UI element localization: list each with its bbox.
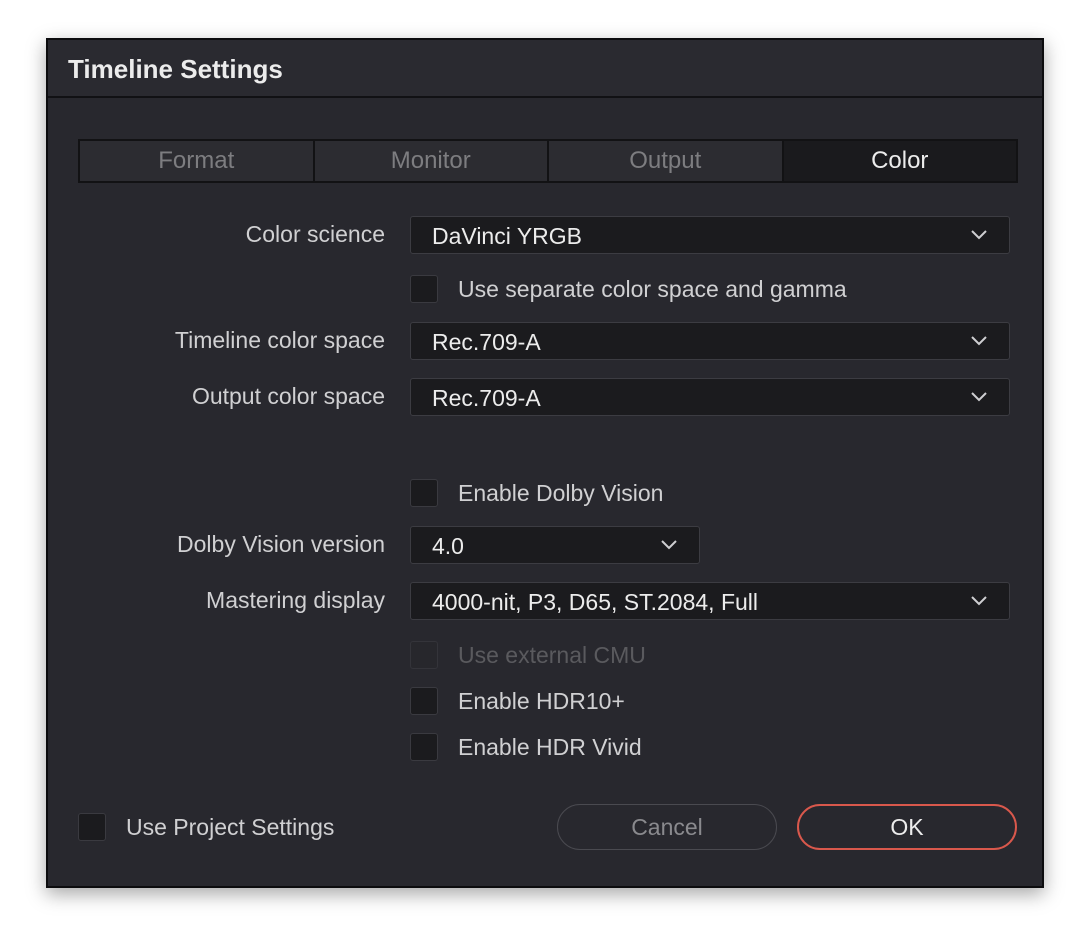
- tab-bar: Format Monitor Output Color: [78, 139, 1018, 183]
- use-external-cmu-label: Use external CMU: [458, 641, 646, 668]
- timeline-color-space-dropdown[interactable]: Rec.709-A: [410, 322, 1010, 360]
- timeline-color-space-value: Rec.709-A: [432, 329, 541, 355]
- mastering-display-dropdown[interactable]: 4000-nit, P3, D65, ST.2084, Full: [410, 582, 1010, 620]
- timeline-color-space-label: Timeline color space: [174, 327, 385, 353]
- output-color-space-label: Output color space: [191, 383, 385, 409]
- cancel-button[interactable]: Cancel: [557, 804, 777, 850]
- separate-color-space-checkbox[interactable]: [410, 275, 438, 303]
- tab-output[interactable]: Output: [549, 141, 784, 181]
- enable-hdr-vivid-label: Enable HDR Vivid: [458, 733, 642, 760]
- dialog-title: Timeline Settings: [68, 54, 283, 84]
- enable-hdr-vivid-checkbox[interactable]: [410, 733, 438, 761]
- output-color-space-dropdown[interactable]: Rec.709-A: [410, 378, 1010, 416]
- color-science-label: Color science: [245, 221, 385, 247]
- dolby-vision-version-dropdown[interactable]: 4.0: [410, 526, 700, 564]
- use-external-cmu-row: Use external CMU: [410, 640, 646, 670]
- dolby-vision-version-value: 4.0: [432, 533, 464, 559]
- enable-dolby-vision-row: Enable Dolby Vision: [410, 478, 663, 508]
- use-external-cmu-checkbox: [410, 641, 438, 669]
- separate-color-space-row: Use separate color space and gamma: [410, 274, 847, 304]
- enable-dolby-vision-label: Enable Dolby Vision: [458, 479, 664, 506]
- enable-hdr10-plus-row: Enable HDR10+: [410, 686, 625, 716]
- chevron-down-icon: [661, 540, 677, 550]
- use-project-settings-checkbox[interactable]: [78, 813, 106, 841]
- enable-hdr10-plus-checkbox[interactable]: [410, 687, 438, 715]
- color-science-dropdown[interactable]: DaVinci YRGB: [410, 216, 1010, 254]
- chevron-down-icon: [971, 336, 987, 346]
- enable-hdr-vivid-row: Enable HDR Vivid: [410, 732, 642, 762]
- chevron-down-icon: [971, 596, 987, 606]
- chevron-down-icon: [971, 230, 987, 240]
- mastering-display-value: 4000-nit, P3, D65, ST.2084, Full: [432, 589, 759, 615]
- use-project-settings-label: Use Project Settings: [126, 813, 335, 840]
- title-bar: Timeline Settings: [48, 40, 1042, 98]
- separate-color-space-label: Use separate color space and gamma: [458, 275, 847, 302]
- tab-color[interactable]: Color: [783, 141, 1016, 181]
- tab-monitor[interactable]: Monitor: [315, 141, 549, 181]
- chevron-down-icon: [971, 392, 987, 402]
- dolby-vision-version-label: Dolby Vision version: [177, 531, 385, 557]
- timeline-settings-dialog: Timeline Settings Format Monitor Output …: [46, 38, 1044, 888]
- color-science-value: DaVinci YRGB: [432, 223, 582, 249]
- mastering-display-label: Mastering display: [206, 587, 385, 613]
- tab-format[interactable]: Format: [80, 141, 315, 181]
- enable-hdr10-plus-label: Enable HDR10+: [458, 687, 625, 714]
- ok-button[interactable]: OK: [797, 804, 1017, 850]
- use-project-settings-row: Use Project Settings: [78, 812, 334, 842]
- enable-dolby-vision-checkbox[interactable]: [410, 479, 438, 507]
- output-color-space-value: Rec.709-A: [432, 385, 541, 411]
